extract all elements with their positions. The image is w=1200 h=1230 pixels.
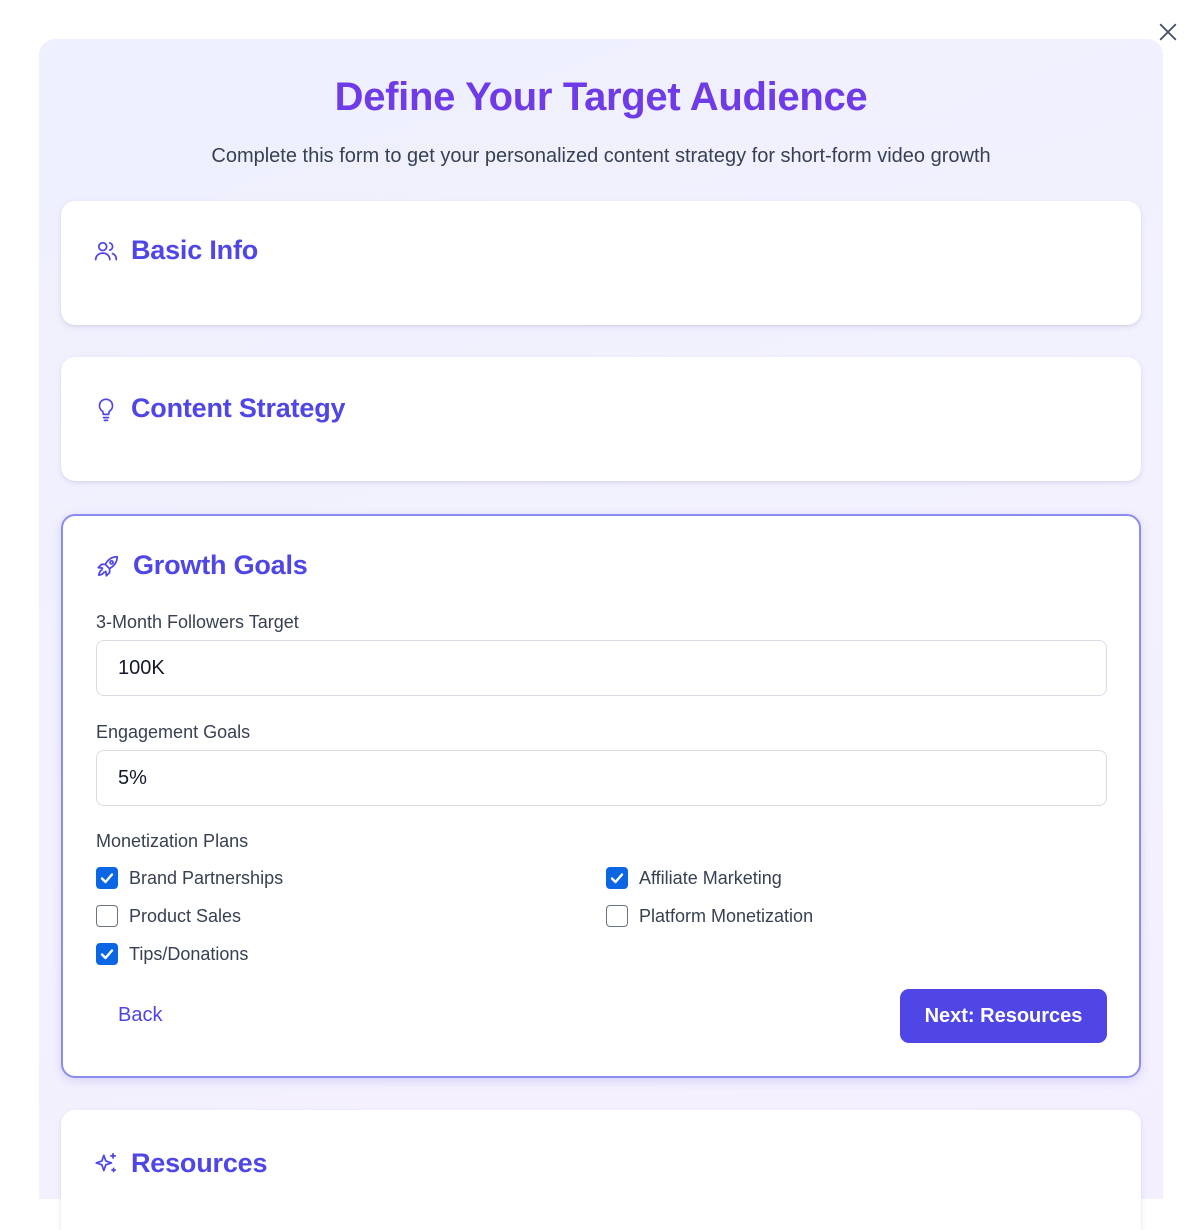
form-modal: Define Your Target Audience Complete thi…	[39, 39, 1163, 1230]
lightbulb-icon	[93, 396, 119, 422]
section-content-strategy[interactable]: Content Strategy	[61, 357, 1141, 481]
checkbox-tips-donations[interactable]: Tips/Donations	[96, 943, 248, 965]
section-header-basic-info[interactable]: Basic Info	[93, 235, 258, 266]
checkbox-label: Tips/Donations	[129, 943, 249, 964]
checkbox-brand-partnerships[interactable]: Brand Partnerships	[96, 867, 283, 889]
back-button[interactable]: Back	[118, 1004, 162, 1027]
checkbox-affiliate-marketing[interactable]: Affiliate Marketing	[606, 867, 782, 889]
monetization-plans-label: Monetization Plans	[96, 831, 249, 851]
checkbox[interactable]	[606, 905, 628, 927]
checkbox-product-sales[interactable]: Product Sales	[96, 905, 241, 927]
checkbox-label: Brand Partnerships	[129, 867, 284, 888]
checkbox[interactable]	[96, 943, 118, 965]
checkbox-platform-monetization[interactable]: Platform Monetization	[606, 905, 813, 927]
form-header: Define Your Target Audience Complete thi…	[39, 39, 1163, 169]
engagement-goals-label: Engagement Goals	[96, 722, 251, 742]
section-resources[interactable]: Resources	[61, 1110, 1141, 1230]
section-title: Content Strategy	[131, 393, 346, 423]
section-title: Resources	[131, 1148, 268, 1178]
section-header-resources[interactable]: Resources	[93, 1148, 267, 1179]
section-basic-info[interactable]: Basic Info	[61, 201, 1141, 325]
rocket-icon	[95, 553, 121, 579]
users-icon	[93, 238, 119, 264]
checkbox[interactable]	[96, 905, 118, 927]
sparkles-icon	[93, 1151, 119, 1177]
section-title: Growth Goals	[133, 550, 308, 580]
section-growth-goals: Growth Goals 3-Month Followers Target En…	[61, 514, 1141, 1078]
section-header-content-strategy[interactable]: Content Strategy	[93, 393, 346, 424]
checkbox-label: Affiliate Marketing	[639, 867, 782, 888]
page-title: Define Your Target Audience	[334, 75, 868, 119]
checkbox[interactable]	[96, 867, 118, 889]
next-resources-button[interactable]: Next: Resources	[900, 989, 1107, 1043]
checkbox[interactable]	[606, 867, 628, 889]
section-header-growth-goals[interactable]: Growth Goals	[95, 550, 308, 581]
section-title: Basic Info	[131, 235, 259, 265]
checkbox-label: Product Sales	[129, 905, 242, 926]
checkbox-label: Platform Monetization	[639, 905, 814, 926]
followers-target-label: 3-Month Followers Target	[96, 612, 299, 632]
engagement-goals-input[interactable]	[96, 750, 1107, 806]
page-subtitle: Complete this form to get your personali…	[211, 145, 991, 167]
followers-target-input[interactable]	[96, 640, 1107, 696]
